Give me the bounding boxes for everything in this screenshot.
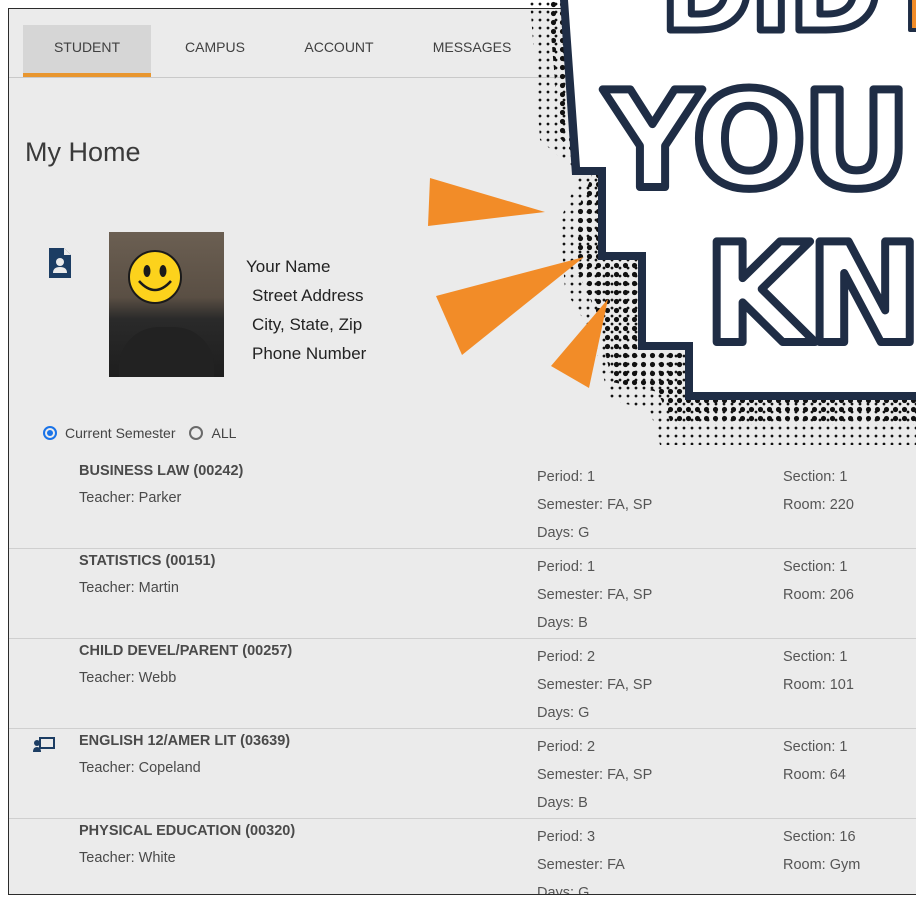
course-semester: Semester: FA: [537, 857, 625, 873]
course-schedule: Period: 2 Semester: FA, SP Days: G: [537, 643, 652, 727]
course-semester: Semester: FA, SP: [537, 677, 653, 693]
radio-label-current-semester[interactable]: Current Semester: [65, 425, 175, 441]
student-photo: [109, 232, 224, 377]
course-room: Room: 64: [783, 767, 846, 783]
course-semester: Semester: FA, SP: [537, 767, 653, 783]
page-title: My Home: [25, 137, 141, 167]
course-semester: Semester: FA, SP: [537, 497, 653, 513]
course-room: Room: 220: [783, 497, 854, 513]
course-section: Section: 1: [783, 739, 848, 755]
course-name[interactable]: ENGLISH 12/AMER LIT (03639): [79, 733, 290, 749]
course-teacher: Teacher: Parker: [79, 490, 182, 506]
course-days: Days: B: [537, 795, 588, 811]
course-semester: Semester: FA, SP: [537, 587, 653, 603]
course-teacher: Teacher: Martin: [79, 580, 179, 596]
course-row[interactable]: PHYSICAL EDUCATION (00320) Teacher: Whit…: [9, 819, 916, 895]
tab-account[interactable]: ACCOUNT: [289, 25, 389, 77]
student-phone: Phone Number: [252, 344, 367, 363]
course-name[interactable]: PHYSICAL EDUCATION (00320): [79, 823, 295, 839]
course-row[interactable]: STATISTICS (00151) Teacher: Martin Perio…: [9, 549, 916, 639]
tab-student[interactable]: STUDENT: [23, 25, 151, 77]
course-row[interactable]: CHILD DEVEL/PARENT (00257) Teacher: Webb…: [9, 639, 916, 729]
course-period: Period: 3: [537, 829, 596, 845]
course-section: Section: 1: [783, 559, 848, 575]
course-name[interactable]: BUSINESS LAW (00242): [79, 463, 243, 479]
course-period: Period: 2: [537, 649, 596, 665]
course-period: Period: 2: [537, 739, 596, 755]
course-days: Days: G: [537, 885, 590, 895]
course-schedule: Period: 2 Semester: FA, SP Days: B: [537, 733, 652, 817]
course-room: Room: 206: [783, 587, 854, 603]
course-row[interactable]: BUSINESS LAW (00242) Teacher: Parker Per…: [9, 459, 916, 549]
course-name[interactable]: STATISTICS (00151): [79, 553, 215, 569]
course-location: Section: 1 Room: 64: [783, 733, 848, 789]
student-street: Street Address: [252, 286, 364, 305]
course-room: Room: 101: [783, 677, 854, 693]
radio-current-semester[interactable]: [43, 426, 57, 440]
student-city: City, State, Zip: [252, 315, 363, 334]
course-section: Section: 1: [783, 649, 848, 665]
student-name: Your Name: [246, 257, 331, 276]
smiley-emoji-icon: [127, 249, 183, 310]
course-section: Section: 16: [783, 829, 856, 845]
semester-filter: Current Semester ALL: [43, 425, 250, 441]
online-class-icon[interactable]: [33, 737, 55, 758]
course-name[interactable]: CHILD DEVEL/PARENT (00257): [79, 643, 292, 659]
course-teacher: Teacher: White: [79, 850, 176, 866]
course-location: Section: 1 Room: 206: [783, 553, 854, 609]
course-room: Room: Gym: [783, 857, 861, 873]
radio-all[interactable]: [189, 426, 204, 440]
course-period: Period: 1: [537, 559, 596, 575]
course-teacher: Teacher: Copeland: [79, 760, 201, 776]
course-period: Period: 1: [537, 469, 596, 485]
tab-messages[interactable]: MESSAGES: [417, 25, 527, 77]
top-tab-bar: STUDENT CAMPUS ACCOUNT MESSAGES: [9, 9, 916, 78]
radio-label-all[interactable]: ALL: [211, 425, 236, 441]
course-schedule: Period: 1 Semester: FA, SP Days: G: [537, 463, 652, 547]
course-days: Days: G: [537, 705, 590, 721]
course-days: Days: B: [537, 615, 588, 631]
course-location: Section: 16 Room: Gym: [783, 823, 860, 879]
student-address-block: Your Name Street Address City, State, Zi…: [246, 252, 366, 368]
course-days: Days: G: [537, 525, 590, 541]
course-row[interactable]: ENGLISH 12/AMER LIT (03639) Teacher: Cop…: [9, 729, 916, 819]
tab-campus[interactable]: CAMPUS: [165, 25, 265, 77]
student-id-icon: [49, 248, 71, 283]
course-location: Section: 1 Room: 101: [783, 643, 854, 699]
course-location: Section: 1 Room: 220: [783, 463, 854, 519]
course-schedule: Period: 3 Semester: FA Days: G: [537, 823, 625, 895]
course-section: Section: 1: [783, 469, 848, 485]
course-schedule: Period: 1 Semester: FA, SP Days: B: [537, 553, 652, 637]
course-teacher: Teacher: Webb: [79, 670, 177, 686]
campus-portal-window: STUDENT CAMPUS ACCOUNT MESSAGES My Home …: [8, 8, 916, 895]
